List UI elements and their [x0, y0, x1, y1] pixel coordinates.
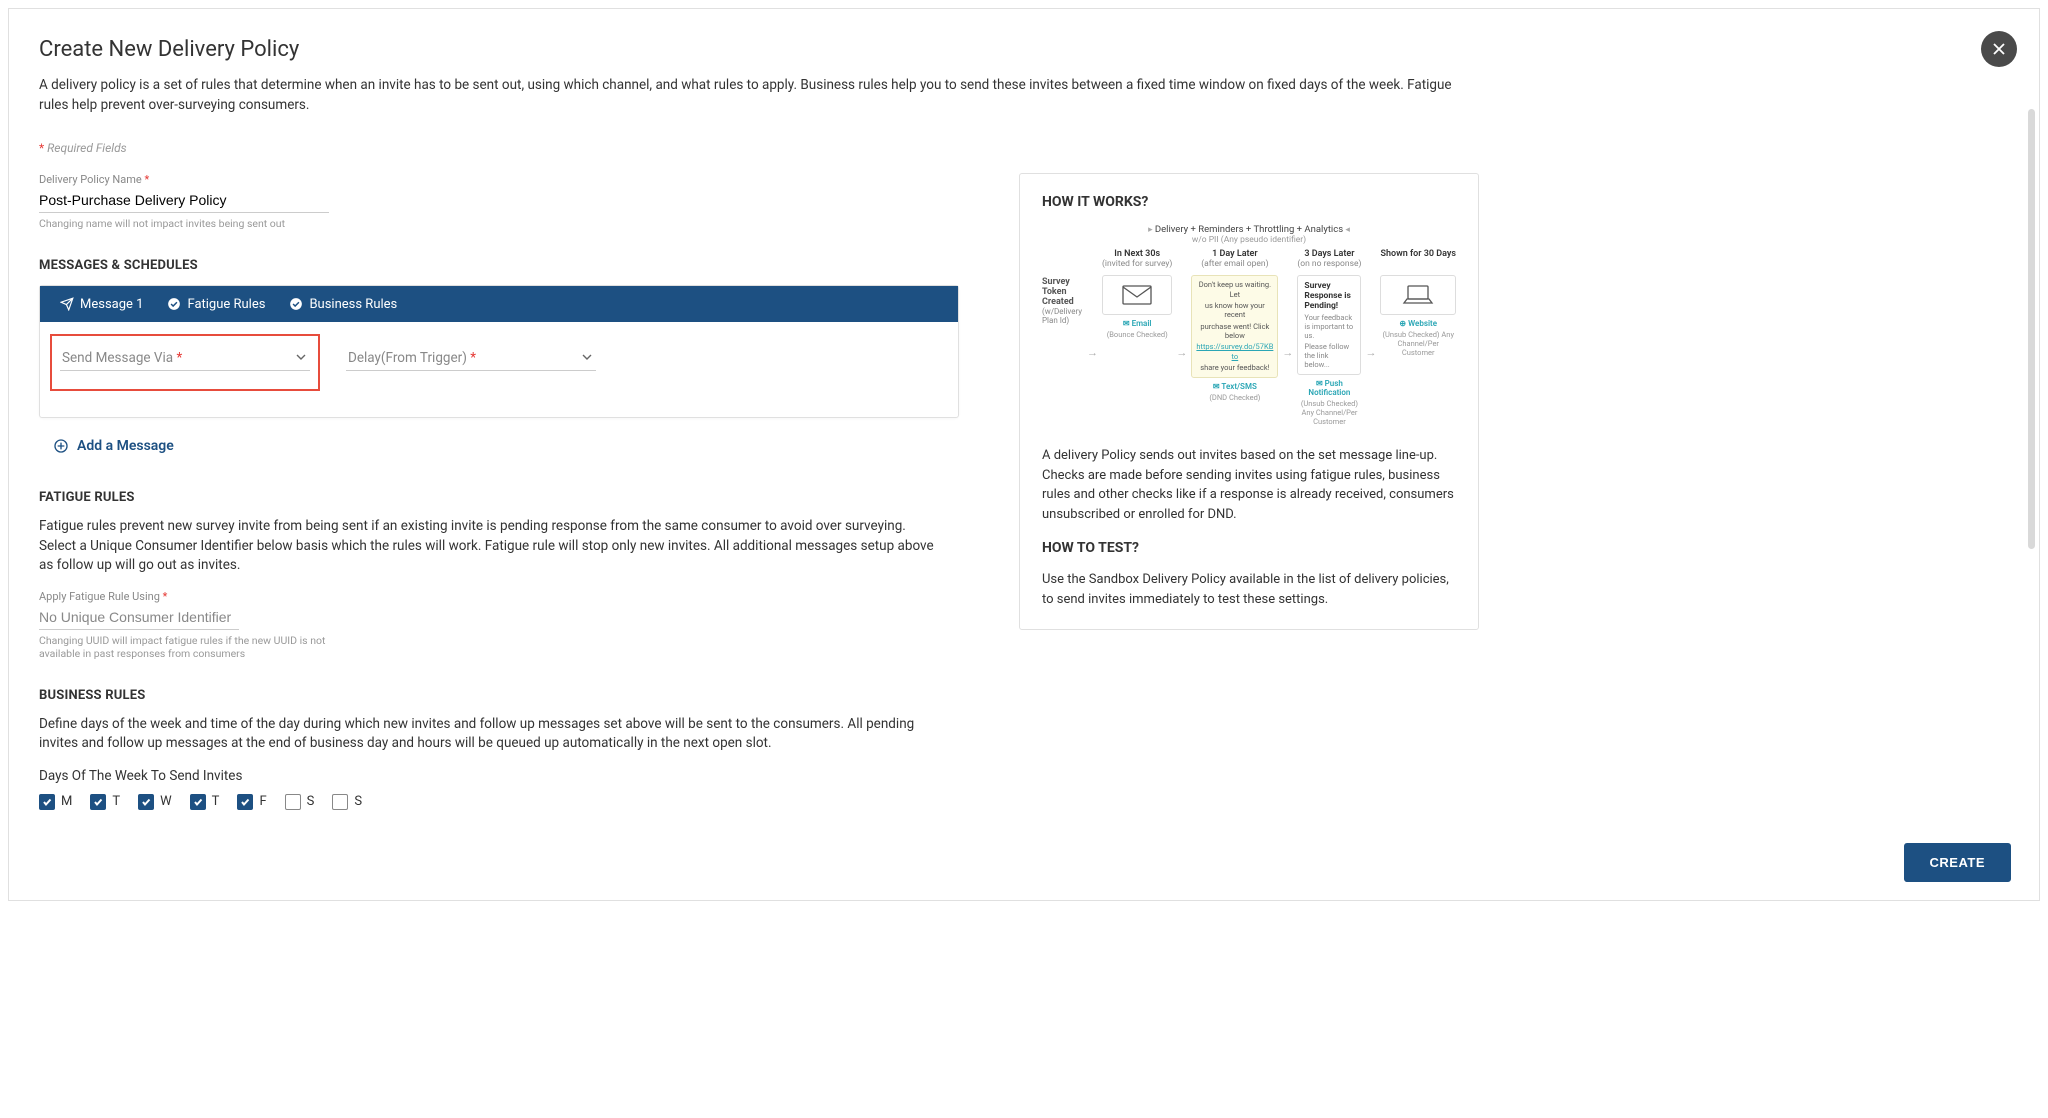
messages-section-heading: MESSAGES & SCHEDULES — [39, 258, 959, 273]
how-it-works-panel: HOW IT WORKS? ▸ Delivery + Reminders + T… — [1019, 173, 1479, 630]
day-label: S — [354, 794, 362, 809]
checkbox-icon — [39, 794, 55, 810]
plus-circle-icon — [53, 438, 69, 454]
how-it-works-title: HOW IT WORKS? — [1042, 194, 1456, 210]
day-label: W — [160, 794, 172, 809]
create-button[interactable]: CREATE — [1904, 843, 2011, 882]
send-icon — [60, 297, 74, 311]
day-label: S — [307, 794, 315, 809]
checkbox-icon — [332, 794, 348, 810]
apply-fatigue-field: Apply Fatigue Rule Using * Changing UUID… — [39, 590, 959, 660]
days-label: Days Of The Week To Send Invites — [39, 768, 959, 784]
diagram-token: Survey Token Created (w/Delivery Plan Id… — [1042, 249, 1083, 325]
diagram-step-push: 3 Days Later (on no response) Survey Res… — [1297, 249, 1361, 426]
diagram-step-website: Shown for 30 Days ⊕ Website (Unsub Check… — [1380, 249, 1456, 357]
add-message-button[interactable]: Add a Message — [53, 438, 174, 454]
apply-fatigue-select[interactable] — [39, 605, 239, 630]
day-checkbox-3[interactable]: T — [190, 794, 220, 810]
checkbox-icon — [285, 794, 301, 810]
tab-message-1[interactable]: Message 1 — [48, 286, 155, 322]
tab-business-rules[interactable]: Business Rules — [277, 286, 409, 322]
message-card: Message 1 Fatigue Rules Business Rules — [39, 285, 959, 418]
checkbox-icon — [237, 794, 253, 810]
business-section-heading: BUSINESS RULES — [39, 688, 959, 703]
fatigue-description: Fatigue rules prevent new survey invite … — [39, 517, 939, 576]
required-fields-note: * Required Fields — [39, 141, 2009, 155]
scrollbar-thumb[interactable] — [2028, 109, 2035, 549]
day-label: T — [212, 794, 220, 809]
create-delivery-policy-modal: Create New Delivery Policy A delivery po… — [8, 8, 2040, 901]
day-label: T — [112, 794, 120, 809]
how-to-test-body: Use the Sandbox Delivery Policy availabl… — [1042, 570, 1456, 609]
policy-name-field: Delivery Policy Name * Changing name wil… — [39, 173, 959, 230]
day-checkbox-6[interactable]: S — [332, 794, 362, 810]
how-to-test-title: HOW TO TEST? — [1042, 540, 1456, 556]
how-it-works-body: A delivery Policy sends out invites base… — [1042, 446, 1456, 524]
check-circle-icon — [167, 297, 181, 311]
page-intro: A delivery policy is a set of rules that… — [39, 76, 1459, 115]
policy-name-input[interactable] — [39, 188, 329, 213]
message-tab-bar: Message 1 Fatigue Rules Business Rules — [40, 286, 958, 322]
check-circle-icon — [289, 297, 303, 311]
delivery-flow-diagram: ▸ Delivery + Reminders + Throttling + An… — [1042, 224, 1456, 426]
day-checkbox-0[interactable]: M — [39, 794, 72, 810]
send-message-via-highlight: Send Message Via * — [50, 334, 320, 391]
checkbox-icon — [138, 794, 154, 810]
diagram-step-sms: 1 Day Later (after email open) Don't kee… — [1191, 249, 1278, 401]
send-message-via-select[interactable]: Send Message Via * — [60, 346, 310, 371]
day-label: F — [259, 794, 266, 809]
field-hint: Changing name will not impact invites be… — [39, 217, 959, 230]
field-label: Delivery Policy Name * — [39, 173, 959, 186]
checkbox-icon — [90, 794, 106, 810]
chevron-down-icon — [582, 350, 592, 366]
diagram-step-email: In Next 30s (invited for survey) ✉ Email… — [1102, 249, 1172, 339]
page-title: Create New Delivery Policy — [39, 37, 2009, 62]
days-of-week-row: MTWTFSS — [39, 794, 959, 810]
fatigue-section-heading: FATIGUE RULES — [39, 490, 959, 505]
field-hint: Changing UUID will impact fatigue rules … — [39, 634, 339, 660]
tab-fatigue-rules[interactable]: Fatigue Rules — [155, 286, 277, 322]
close-icon — [1991, 41, 2007, 57]
chevron-down-icon — [296, 350, 306, 366]
laptop-icon — [1402, 285, 1434, 305]
day-checkbox-2[interactable]: W — [138, 794, 172, 810]
day-checkbox-5[interactable]: S — [285, 794, 315, 810]
delay-from-trigger-select[interactable]: Delay(From Trigger) * — [346, 346, 596, 371]
day-checkbox-1[interactable]: T — [90, 794, 120, 810]
day-checkbox-4[interactable]: F — [237, 794, 266, 810]
envelope-icon — [1122, 285, 1152, 305]
day-label: M — [61, 794, 72, 809]
field-label: Apply Fatigue Rule Using * — [39, 590, 959, 603]
checkbox-icon — [190, 794, 206, 810]
close-button[interactable] — [1981, 31, 2017, 67]
business-description: Define days of the week and time of the … — [39, 715, 939, 754]
